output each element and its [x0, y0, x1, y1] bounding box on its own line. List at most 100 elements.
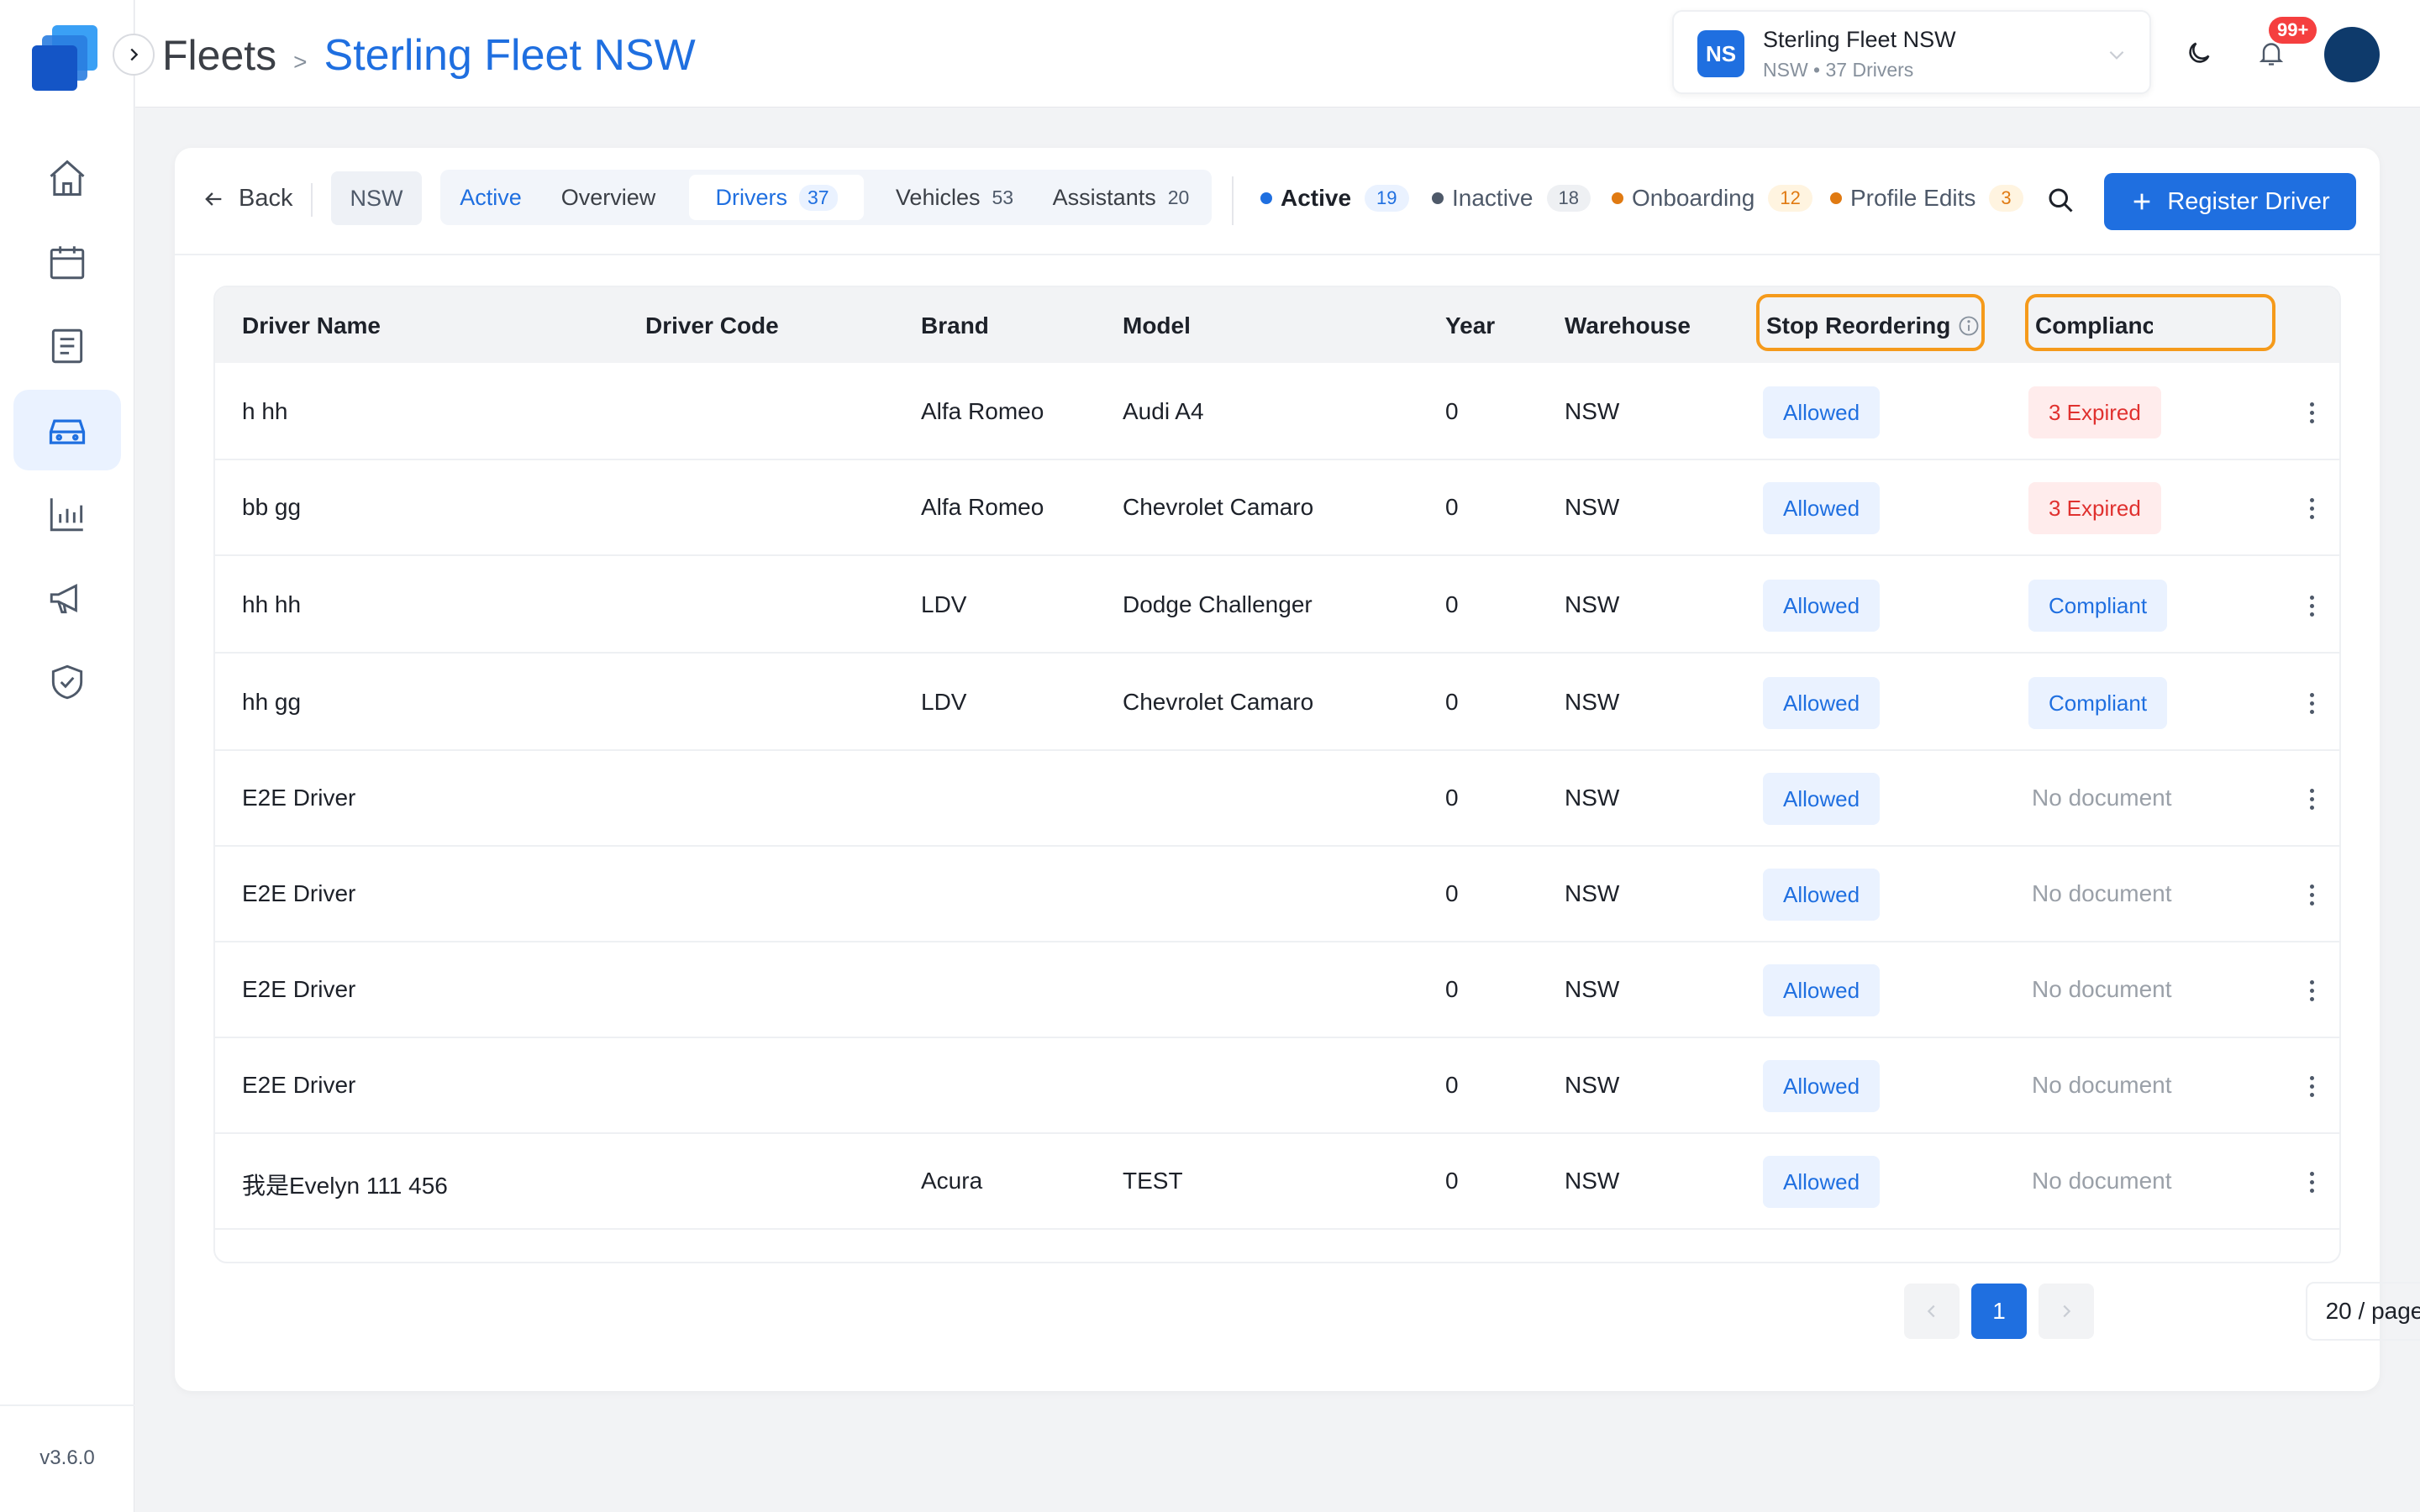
stop-reordering-tag[interactable]: Allowed [1763, 386, 1881, 438]
status-filter-active[interactable]: Active 19 [1260, 185, 1409, 212]
tab-active[interactable]: Active [444, 175, 538, 220]
car-icon [49, 419, 86, 444]
driver-name-cell: hh hh [242, 591, 302, 617]
status-filter-inactive[interactable]: Inactive 18 [1432, 185, 1591, 212]
stop-reordering-tag[interactable]: Allowed [1763, 677, 1881, 729]
table-row[interactable]: 我是Evelyn 111 456 Acura TEST 0 NSW Allowed No d… [215, 1134, 2339, 1230]
compliance-status-text: No document [2032, 785, 2172, 811]
breadcrumb-separator: > [293, 49, 308, 75]
table-row[interactable]: hh hh LDV Dodge Challenger 0 NSW Allowed Compl… [215, 558, 2339, 654]
model-cell: Audi A4 [1123, 398, 1204, 424]
column-header-driver-name[interactable]: Driver Name [242, 312, 381, 339]
stop-reordering-tag[interactable]: Allowed [1763, 580, 1881, 632]
status-count: 3 [1989, 185, 2023, 212]
more-actions-icon[interactable] [2299, 974, 2324, 1007]
stop-reordering-tag[interactable]: Allowed [1763, 964, 1881, 1016]
tab-vehicles[interactable]: Vehicles 53 [872, 175, 1037, 220]
column-header-model[interactable]: Model [1123, 312, 1191, 339]
more-actions-icon[interactable] [2299, 686, 2324, 720]
table-row[interactable]: E2E Driver 0 NSW Allowed No document [215, 942, 2339, 1038]
status-dot [1612, 192, 1623, 204]
prev-page-button[interactable] [1904, 1284, 1960, 1339]
nav-fleets[interactable] [13, 390, 121, 470]
region-chip[interactable]: NSW [331, 171, 422, 225]
nav-announcements[interactable] [13, 558, 121, 638]
table-row[interactable]: hh gg LDV Chevrolet Camaro 0 NSW Allowed Compl… [215, 655, 2339, 751]
more-actions-icon[interactable] [2299, 1069, 2324, 1103]
app-logo[interactable] [30, 22, 104, 92]
back-button[interactable]: Back [202, 185, 292, 213]
column-header-stop-reordering[interactable]: Stop Reordering [1766, 312, 1981, 339]
nav-home[interactable] [13, 138, 121, 218]
nav-reports[interactable] [13, 474, 121, 554]
notification-count-badge: 99+ [2269, 17, 2317, 44]
divider [1232, 176, 1234, 225]
plus-icon [2133, 193, 2150, 210]
year-cell: 0 [1445, 398, 1459, 424]
more-actions-icon[interactable] [2299, 396, 2324, 429]
breadcrumb-fleets[interactable]: Fleets [162, 31, 276, 80]
compliance-status-tag[interactable]: Compliant [2028, 677, 2168, 729]
search-button[interactable] [2045, 185, 2075, 219]
table-row[interactable]: E2E Driver 0 NSW Allowed No document [215, 847, 2339, 942]
status-dot [1432, 192, 1444, 204]
table-header: Driver Name Driver Code Brand Model Year… [215, 287, 2339, 363]
more-actions-icon[interactable] [2299, 491, 2324, 525]
compliance-status-text: No document [2032, 1072, 2172, 1098]
compliance-status-tag[interactable]: 3 Expired [2028, 482, 2161, 534]
table-row[interactable]: bb gg Alfa Romeo Chevrolet Camaro 0 NSW Allow… [215, 460, 2339, 556]
back-label: Back [239, 185, 293, 212]
tab-drivers[interactable]: Drivers 37 [689, 175, 864, 220]
tab-overview[interactable]: Overview [541, 175, 676, 220]
status-count: 18 [1546, 185, 1591, 212]
nav-compliance[interactable] [13, 642, 121, 722]
more-actions-icon[interactable] [2299, 589, 2324, 622]
table-row[interactable]: E2E Driver 0 NSW Allowed No document [215, 1038, 2339, 1134]
column-header-warehouse[interactable]: Warehouse [1565, 312, 1691, 339]
nav-documents[interactable] [13, 306, 121, 386]
status-filter-onboarding[interactable]: Onboarding 12 [1612, 185, 1812, 212]
column-header-driver-code[interactable]: Driver Code [645, 312, 779, 339]
stop-reordering-tag[interactable]: Allowed [1763, 482, 1881, 534]
tab-assistants[interactable]: Assistants 20 [1037, 175, 1205, 220]
fleet-switcher-subtitle: NSW • 37 Drivers [1763, 59, 1914, 81]
table-row[interactable]: E2E Driver 0 NSW Allowed No document [215, 751, 2339, 847]
compliance-status-tag[interactable]: Compliant [2028, 580, 2168, 632]
status-filter-profile-edits[interactable]: Profile Edits 3 [1830, 185, 2023, 212]
driver-name-cell: E2E Driver [242, 1072, 356, 1098]
brand-cell: Acura [921, 1168, 983, 1194]
user-avatar[interactable] [2324, 27, 2380, 82]
stop-reordering-tag[interactable]: Allowed [1763, 1060, 1881, 1112]
stop-reordering-tag[interactable]: Allowed [1763, 773, 1881, 825]
megaphone-icon [50, 584, 77, 614]
fleet-switcher[interactable]: NS Sterling Fleet NSW NSW • 37 Drivers [1672, 10, 2151, 94]
nav-calendar[interactable] [13, 222, 121, 302]
status-dot [1260, 192, 1272, 204]
sidebar-expand-button[interactable] [113, 34, 155, 76]
column-header-year[interactable]: Year [1445, 312, 1495, 339]
model-cell: Chevrolet Camaro [1123, 494, 1314, 520]
model-cell: TEST [1123, 1168, 1183, 1194]
page-size-select[interactable]: 20 / page [2306, 1282, 2420, 1341]
more-actions-icon[interactable] [2299, 878, 2324, 911]
page-button-current[interactable]: 1 [1971, 1284, 2027, 1339]
status-count: 19 [1365, 185, 1409, 212]
info-icon[interactable] [1957, 314, 1981, 338]
next-page-button[interactable] [2039, 1284, 2094, 1339]
sidebar-divider [0, 1404, 134, 1406]
register-driver-button[interactable]: Register Driver [2104, 173, 2356, 230]
driver-name-cell: h hh [242, 398, 288, 424]
compliance-status-tag[interactable]: 3 Expired [2028, 386, 2161, 438]
table-row[interactable]: h hh Alfa Romeo Audi A4 0 NSW Allowed 3 Expire… [215, 365, 2339, 460]
compliance-status-text: No document [2032, 880, 2172, 906]
column-header-compliance[interactable]: Compliance S [2035, 312, 2153, 339]
stop-reordering-tag[interactable]: Allowed [1763, 869, 1881, 921]
more-actions-icon[interactable] [2299, 1165, 2324, 1199]
theme-toggle-button[interactable] [2178, 32, 2220, 74]
stop-reordering-tag[interactable]: Allowed [1763, 1156, 1881, 1208]
driver-name-cell: hh gg [242, 689, 302, 715]
arrow-left-icon [205, 192, 222, 206]
column-header-brand[interactable]: Brand [921, 312, 989, 339]
brand-cell: Alfa Romeo [921, 494, 1044, 520]
more-actions-icon[interactable] [2299, 782, 2324, 816]
